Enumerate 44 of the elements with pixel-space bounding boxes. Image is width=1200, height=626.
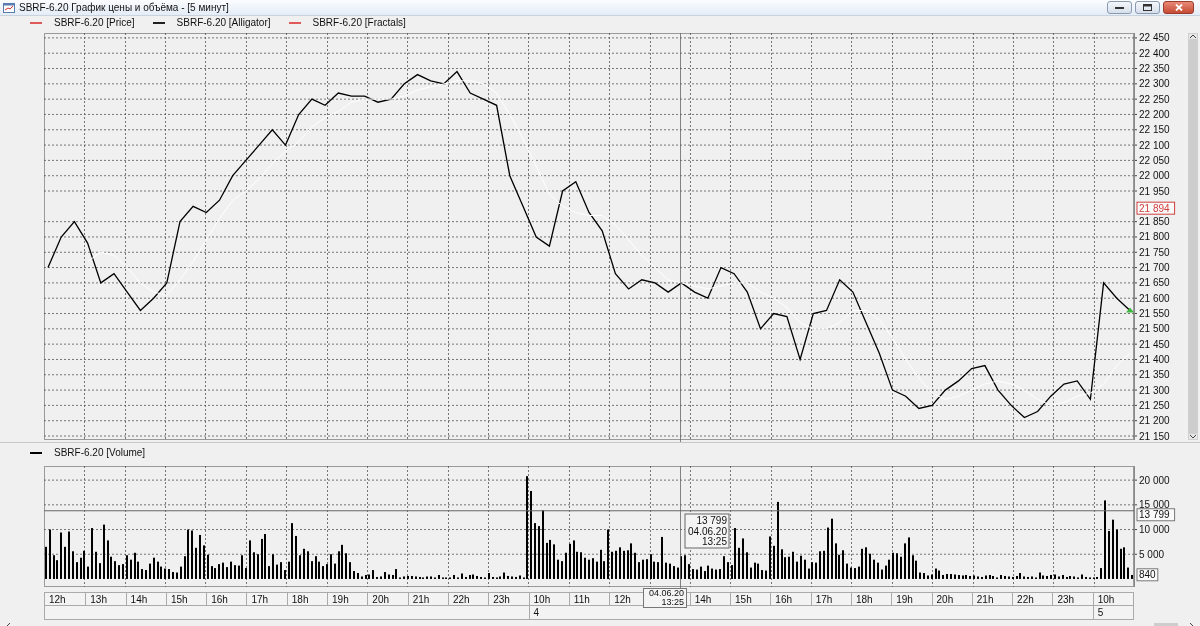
day-label: 4 — [528, 606, 569, 619]
axis-tick-label: 22 450 — [1139, 32, 1170, 44]
axis-tick-label: 22 050 — [1139, 154, 1170, 166]
ref-line-label: 13 799 — [1139, 509, 1171, 521]
axis-tick-label: 22 400 — [1139, 47, 1170, 59]
axis-tick-label: 21 500 — [1139, 323, 1170, 335]
crosshair-tooltip: 13 799 04.06.20 13:25 — [684, 513, 730, 549]
window-title: SBRF-6.20 График цены и объёма - [5 минут] — [19, 2, 230, 13]
axis-tick-label: 22 350 — [1139, 63, 1170, 74]
axis-tick-label: 21 750 — [1139, 246, 1170, 258]
cursor-value-label: 13 799 — [1136, 508, 1176, 522]
axis-tick-label: 20 000 — [1139, 474, 1170, 486]
legend-label: SBRF-6.20 [Fractals] — [312, 17, 406, 28]
legend-label: SBRF-6.20 [Price] — [54, 17, 135, 28]
axis-tick-label: 22 100 — [1139, 139, 1170, 151]
last-price-label: 21 894 — [1136, 201, 1176, 215]
axis-tick-label: 21 250 — [1139, 399, 1170, 411]
axis-tick-label: 10 000 — [1139, 524, 1170, 536]
axis-tick-label: 21 200 — [1139, 415, 1170, 427]
hour-label: 12h — [48, 593, 67, 606]
axis-tick-label: 5 000 — [1139, 548, 1165, 560]
axis-tick-label: 21 850 — [1139, 216, 1170, 228]
axis-tick-label: 21 400 — [1139, 353, 1170, 365]
axis-tick-label: 22 150 — [1139, 124, 1170, 136]
axis-tick-label: 22 200 — [1139, 108, 1170, 120]
axis-tick-label: 21 950 — [1139, 185, 1170, 197]
axis-tick-label: 15 000 — [1139, 499, 1170, 511]
legend-label: SBRF-6.20 [Alligator] — [176, 17, 271, 28]
axis-tick-label: 22 000 — [1139, 170, 1170, 182]
axis-tick-label: 21 600 — [1139, 292, 1170, 304]
axis-tick-label: 21 650 — [1139, 277, 1170, 289]
axis-tick-label: 21 300 — [1139, 384, 1170, 396]
cursor-time-label: 04.06.20 13:25 — [643, 588, 687, 608]
axis-tick-label: 21 450 — [1139, 338, 1170, 350]
legend-label: SBRF-6.20 [Volume] — [54, 447, 146, 458]
axis-tick-label: 21 550 — [1139, 308, 1170, 319]
axis-tick-label: 22 300 — [1139, 78, 1170, 90]
axis-tick-label: 21 800 — [1139, 231, 1170, 243]
axis-tick-label: 21 150 — [1139, 430, 1170, 442]
day-label: 5 — [1092, 606, 1133, 619]
axis-tick-label: 21 350 — [1139, 369, 1170, 381]
axis-tick-label: 21 700 — [1139, 262, 1170, 274]
axis-tick-label: 22 250 — [1139, 93, 1170, 105]
last-volume-label: 840 — [1136, 568, 1159, 582]
